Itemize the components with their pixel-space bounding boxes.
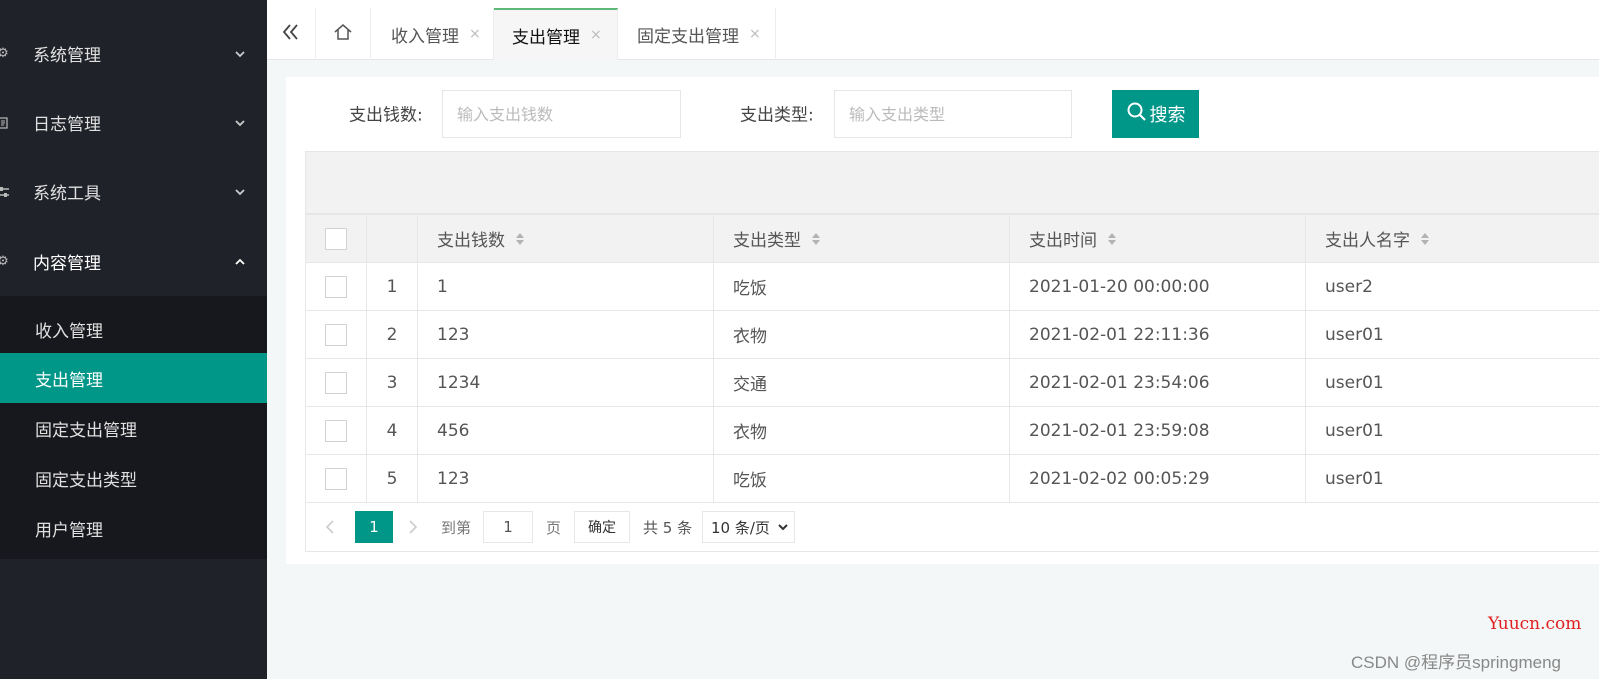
- tab-income[interactable]: 收入管理 ×: [371, 8, 494, 60]
- row-checkbox[interactable]: [325, 371, 347, 394]
- menu-log-management[interactable]: 日志管理: [0, 88, 267, 157]
- cell-amount: 123: [417, 454, 714, 503]
- column-header-amount[interactable]: 支出钱数: [417, 214, 714, 263]
- search-icon: [1126, 101, 1150, 128]
- tab-fixed-expense[interactable]: 固定支出管理 ×: [618, 8, 776, 60]
- goto-confirm-button[interactable]: 确定: [574, 511, 630, 543]
- submenu-item-income[interactable]: 收入管理: [0, 304, 267, 354]
- table-toolbar: [305, 151, 1599, 214]
- page-size-select[interactable]: 10 条/页: [702, 511, 795, 543]
- cell-type: 吃饭: [713, 262, 1010, 311]
- sort-icon[interactable]: [515, 231, 525, 251]
- cell-amount: 456: [417, 406, 714, 455]
- cell-person: user01: [1305, 358, 1599, 407]
- type-input[interactable]: [834, 90, 1072, 138]
- submenu-item-expense[interactable]: 支出管理: [0, 353, 267, 403]
- cell-type: 衣物: [713, 310, 1010, 359]
- cell-person: user2: [1305, 262, 1599, 311]
- close-icon[interactable]: ×: [590, 27, 602, 43]
- home-tab[interactable]: [316, 8, 371, 60]
- submenu-item-fixed-expense[interactable]: 固定支出管理: [0, 403, 267, 453]
- goto-page-input[interactable]: 1: [483, 511, 533, 543]
- sidebar: ⚙ 系统管理 日志管理 系统工具 ⚙ 内容管理 收入管理 支出管理 固定支出管理…: [0, 0, 267, 679]
- row-index: 2: [366, 310, 418, 359]
- home-icon: [333, 23, 353, 45]
- submenu-item-users[interactable]: 用户管理: [0, 503, 267, 553]
- document-icon: [0, 116, 10, 130]
- row-index: 1: [366, 262, 418, 311]
- expense-table: 支出钱数 支出类型 支出时间 支出人名字 1 1 吃饭 2021-01-20 0…: [305, 214, 1599, 503]
- column-header-person[interactable]: 支出人名字: [1305, 214, 1599, 263]
- row-checkbox[interactable]: [325, 419, 347, 442]
- close-icon[interactable]: ×: [469, 26, 481, 42]
- cell-person: user01: [1305, 310, 1599, 359]
- watermark-csdn: CSDN @程序员springmeng: [1351, 653, 1561, 672]
- sliders-icon: [0, 185, 10, 199]
- select-all-checkbox-cell: [305, 214, 367, 263]
- select-all-checkbox[interactable]: [325, 227, 347, 250]
- sort-icon[interactable]: [811, 231, 821, 251]
- row-index: 3: [366, 358, 418, 407]
- chevron-down-icon: [777, 518, 789, 536]
- table-row: 1 1 吃饭 2021-01-20 00:00:00 user2: [305, 262, 1599, 311]
- cell-type: 吃饭: [713, 454, 1010, 503]
- next-page-icon[interactable]: [403, 511, 423, 543]
- table-header-row: 支出钱数 支出类型 支出时间 支出人名字: [305, 214, 1599, 263]
- total-count: 共 5 条: [643, 518, 693, 537]
- goto-label: 到第: [441, 518, 472, 537]
- gear-icon: ⚙: [0, 46, 9, 61]
- menu-system-management[interactable]: ⚙ 系统管理: [0, 19, 267, 88]
- column-header-type[interactable]: 支出类型: [713, 214, 1010, 263]
- row-checkbox[interactable]: [325, 323, 347, 346]
- table-row: 4 456 衣物 2021-02-01 23:59:08 user01: [305, 406, 1599, 455]
- amount-label: 支出钱数:: [349, 105, 423, 126]
- table-row: 3 1234 交通 2021-02-01 23:54:06 user01: [305, 358, 1599, 407]
- chevron-down-icon: [234, 186, 246, 198]
- row-index: 5: [366, 454, 418, 503]
- row-index: 4: [366, 406, 418, 455]
- cell-amount: 1: [417, 262, 714, 311]
- sort-icon[interactable]: [1107, 231, 1117, 251]
- collapse-sidebar-button[interactable]: [267, 8, 316, 60]
- chevron-down-icon: [234, 48, 246, 60]
- cell-time: 2021-01-20 00:00:00: [1009, 262, 1306, 311]
- amount-input[interactable]: [442, 90, 681, 138]
- pagination: 1 到第 1 页 确定 共 5 条 10 条/页: [305, 502, 1599, 552]
- index-header: [366, 214, 418, 263]
- close-icon[interactable]: ×: [749, 26, 761, 42]
- menu-content-management[interactable]: ⚙ 内容管理: [0, 227, 267, 296]
- cell-amount: 1234: [417, 358, 714, 407]
- cell-type: 交通: [713, 358, 1010, 407]
- menu-system-tools[interactable]: 系统工具: [0, 157, 267, 226]
- submenu-content: 收入管理 支出管理 固定支出管理 固定支出类型 用户管理: [0, 296, 267, 559]
- cell-amount: 123: [417, 310, 714, 359]
- table-row: 5 123 吃饭 2021-02-02 00:05:29 user01: [305, 454, 1599, 503]
- cell-time: 2021-02-01 22:11:36: [1009, 310, 1306, 359]
- gear-icon: ⚙: [0, 254, 9, 269]
- cell-person: user01: [1305, 406, 1599, 455]
- cell-time: 2021-02-01 23:59:08: [1009, 406, 1306, 455]
- chevron-up-icon: [234, 256, 246, 268]
- sort-icon[interactable]: [1420, 231, 1430, 251]
- cell-time: 2021-02-01 23:54:06: [1009, 358, 1306, 407]
- column-header-time[interactable]: 支出时间: [1009, 214, 1306, 263]
- tab-bar: 收入管理 × 支出管理 × 固定支出管理 ×: [267, 0, 1599, 60]
- row-checkbox[interactable]: [325, 467, 347, 490]
- page-button-current[interactable]: 1: [355, 511, 393, 543]
- watermark-site: Yuucn.com: [1488, 614, 1582, 634]
- tab-expense[interactable]: 支出管理 ×: [494, 8, 618, 60]
- prev-page-icon[interactable]: [320, 511, 340, 543]
- cell-person: user01: [1305, 454, 1599, 503]
- row-checkbox[interactable]: [325, 275, 347, 298]
- type-label: 支出类型:: [740, 105, 814, 126]
- table-row: 2 123 衣物 2021-02-01 22:11:36 user01: [305, 310, 1599, 359]
- double-chevron-left-icon: [281, 23, 301, 45]
- search-button[interactable]: 搜索: [1112, 90, 1199, 138]
- page-unit-label: 页: [546, 518, 562, 537]
- cell-type: 衣物: [713, 406, 1010, 455]
- chevron-down-icon: [234, 117, 246, 129]
- submenu-item-fixed-expense-type[interactable]: 固定支出类型: [0, 453, 267, 503]
- cell-time: 2021-02-02 00:05:29: [1009, 454, 1306, 503]
